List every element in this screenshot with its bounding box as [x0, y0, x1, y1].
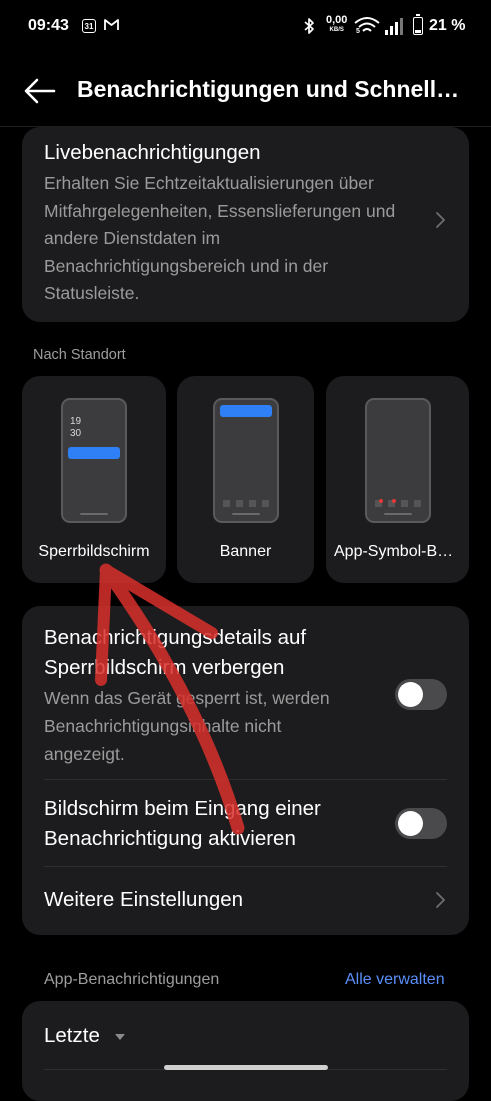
- gesture-navigation-bar[interactable]: [164, 1065, 328, 1070]
- location-option-label: App-Symbol-Badges: [334, 543, 469, 560]
- live-notifications-description: Erhalten Sie Echtzeitaktualisierungen üb…: [44, 173, 396, 303]
- divider: [44, 779, 447, 780]
- location-option-label: Banner: [219, 543, 272, 560]
- preview-badge-dot: [392, 499, 396, 503]
- manage-all-link[interactable]: Alle verwalten: [345, 971, 445, 989]
- preview-home-bar: [232, 513, 260, 515]
- calendar-icon: 31: [82, 19, 96, 33]
- preview-notification-bar: [68, 447, 120, 459]
- back-arrow-icon[interactable]: [24, 77, 56, 105]
- page-title: Benachrichtigungen und Schnelleinstellun…: [77, 76, 471, 102]
- divider: [44, 866, 447, 867]
- hide-details-toggle[interactable]: [395, 679, 447, 710]
- location-option-lockscreen[interactable]: 19 30 Sperrbildschirm: [22, 376, 166, 583]
- lockscreen-preview: 19 30: [61, 398, 127, 523]
- status-time: 09:43: [28, 17, 69, 34]
- preview-banner-bar: [220, 405, 272, 417]
- dropdown-triangle-icon: [114, 1033, 125, 1040]
- network-speed: 0,00 KB/S: [326, 14, 348, 34]
- preview-dock: [223, 500, 269, 507]
- network-speed-unit: KB/S: [329, 27, 344, 33]
- app-notifications-card: Letzte: [22, 1001, 469, 1101]
- bluetooth-icon: [304, 18, 314, 34]
- live-notifications-card[interactable]: Livebenachrichtigungen Erhalten Sie Echt…: [22, 127, 469, 322]
- hide-details-title: Benachrichtigungsdetails auf Sperrbildsc…: [44, 626, 307, 679]
- banner-preview: [213, 398, 279, 523]
- preview-time-minute: 30: [70, 428, 82, 439]
- chevron-right-icon: [436, 892, 445, 908]
- hide-details-description: Wenn das Gerät gesperrt ist, werden Bena…: [44, 688, 330, 764]
- recent-filter-dropdown[interactable]: Letzte: [44, 1024, 126, 1048]
- wake-screen-toggle[interactable]: [395, 808, 447, 839]
- wifi-band-label: 5: [356, 28, 360, 35]
- live-notifications-title: Livebenachrichtigungen: [44, 141, 261, 164]
- preview-badge-dot: [379, 499, 383, 503]
- signal-icon: [385, 18, 403, 35]
- app-notifications-section-label: App-Benachrichtigungen: [44, 971, 220, 988]
- recent-filter-label: Letzte: [44, 1024, 100, 1047]
- preview-time-hour: 19: [70, 416, 82, 427]
- preview-home-bar: [80, 513, 108, 515]
- battery-percent: 21 %: [429, 17, 466, 34]
- more-settings-label[interactable]: Weitere Einstellungen: [44, 885, 243, 915]
- location-option-label: Sperrbildschirm: [38, 543, 150, 560]
- by-location-section-label: Nach Standort: [33, 347, 126, 363]
- gmail-icon: [104, 19, 119, 30]
- badges-preview: [365, 398, 431, 523]
- location-option-banner[interactable]: Banner: [177, 376, 314, 583]
- location-option-badges[interactable]: App-Symbol-Badges: [326, 376, 469, 583]
- lockscreen-settings-card: Benachrichtigungsdetails auf Sperrbildsc…: [22, 606, 469, 935]
- preview-home-bar: [384, 513, 412, 515]
- battery-icon: [413, 14, 423, 35]
- network-speed-value: 0,00: [326, 14, 348, 26]
- wifi-icon: 5: [354, 16, 380, 41]
- wake-screen-title: Bildschirm beim Eingang einer Benachrich…: [44, 797, 321, 850]
- chevron-right-icon: [436, 212, 445, 228]
- status-bar: 09:43 31 0,00 KB/S 5 21 %: [0, 0, 491, 54]
